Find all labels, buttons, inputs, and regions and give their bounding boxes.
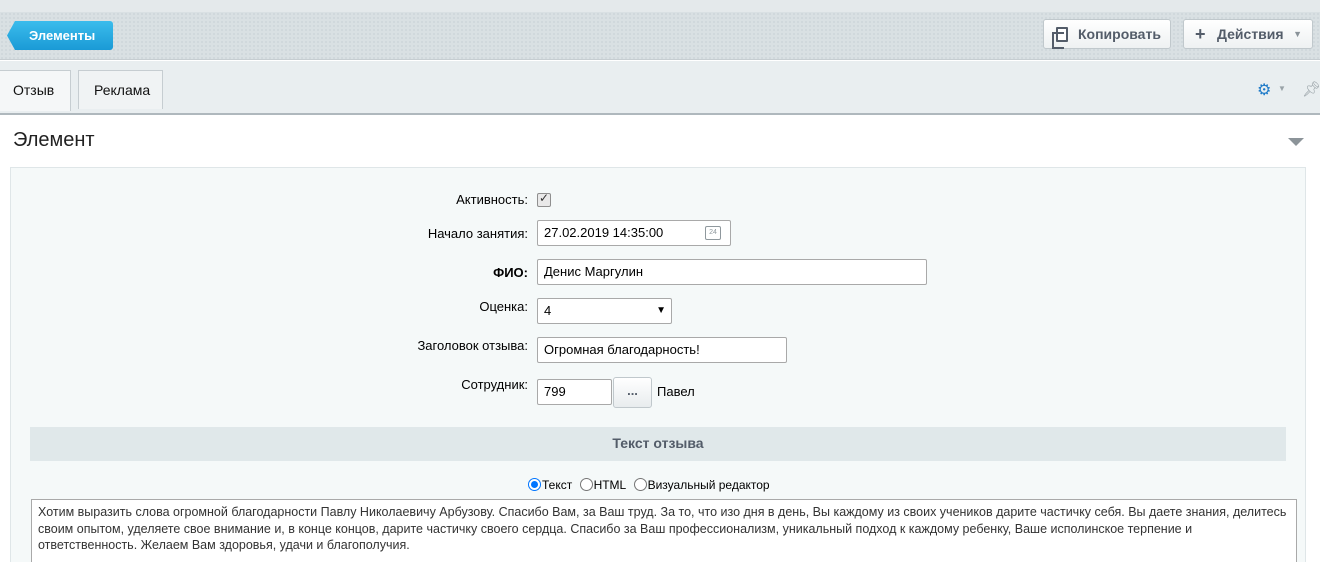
mode-html-label[interactable]: HTML xyxy=(594,478,627,492)
staff-id-field[interactable]: 799 xyxy=(537,379,612,405)
top-strip xyxy=(0,0,1320,12)
tab-review[interactable]: Отзыв xyxy=(0,70,71,111)
rating-select[interactable]: 4 ▼ xyxy=(537,298,672,324)
mode-text-radio[interactable] xyxy=(528,478,541,491)
staff-label: Сотрудник: xyxy=(461,377,528,392)
toolbar: Элементы Копировать + Действия ▼ xyxy=(0,12,1320,60)
plus-icon: + xyxy=(1195,24,1206,44)
start-date-label: Начало занятия: xyxy=(427,226,528,241)
section-title: Элемент xyxy=(13,129,95,151)
copy-icon xyxy=(1052,27,1068,49)
review-text-heading: Текст отзыва xyxy=(30,427,1286,461)
pin-icon[interactable]: 📌︎ xyxy=(1302,80,1320,98)
active-checkbox[interactable] xyxy=(537,191,551,207)
mode-html-radio[interactable] xyxy=(579,478,593,491)
copy-button-label: Копировать xyxy=(1078,26,1161,42)
review-text-area[interactable]: Хотим выразить слова огромной благодарно… xyxy=(31,499,1297,562)
chevron-down-icon: ▼ xyxy=(1293,29,1302,39)
chevron-down-icon[interactable]: ▼ xyxy=(1278,84,1286,93)
tabs-bar: Отзыв Реклама ⚙ ▼ 📌︎ xyxy=(0,61,1320,115)
back-to-elements-button[interactable]: Элементы xyxy=(7,21,113,50)
actions-button[interactable]: + Действия ▼ xyxy=(1183,19,1313,49)
copy-button[interactable]: Копировать xyxy=(1043,19,1171,49)
actions-button-label: Действия xyxy=(1217,26,1284,42)
review-title-field[interactable]: Огромная благодарность! xyxy=(537,337,787,363)
rating-value: 4 xyxy=(544,303,552,318)
collapse-icon[interactable] xyxy=(1288,138,1304,146)
editor-mode-selector: Текст HTML Визуальный редактор xyxy=(528,478,774,492)
fio-field[interactable]: Денис Маргулин xyxy=(537,259,927,285)
staff-name: Павел xyxy=(657,384,695,399)
gear-icon[interactable]: ⚙ xyxy=(1257,80,1271,100)
fio-label: ФИО: xyxy=(493,265,528,280)
start-date-field[interactable]: 27.02.2019 14:35:00 24 xyxy=(537,220,731,246)
rating-label: Оценка: xyxy=(479,299,528,314)
calendar-icon[interactable]: 24 xyxy=(705,226,721,240)
review-title-label: Заголовок отзыва: xyxy=(417,338,528,353)
chevron-down-icon: ▼ xyxy=(656,305,666,316)
mode-text-label[interactable]: Текст xyxy=(542,478,572,492)
mode-visual-radio[interactable] xyxy=(633,478,647,491)
active-label: Активность: xyxy=(456,192,528,207)
tab-advertising[interactable]: Реклама xyxy=(78,70,163,109)
staff-select-button[interactable]: ... xyxy=(613,377,652,408)
start-date-value: 27.02.2019 14:35:00 xyxy=(544,225,664,240)
mode-visual-label[interactable]: Визуальный редактор xyxy=(648,478,770,492)
